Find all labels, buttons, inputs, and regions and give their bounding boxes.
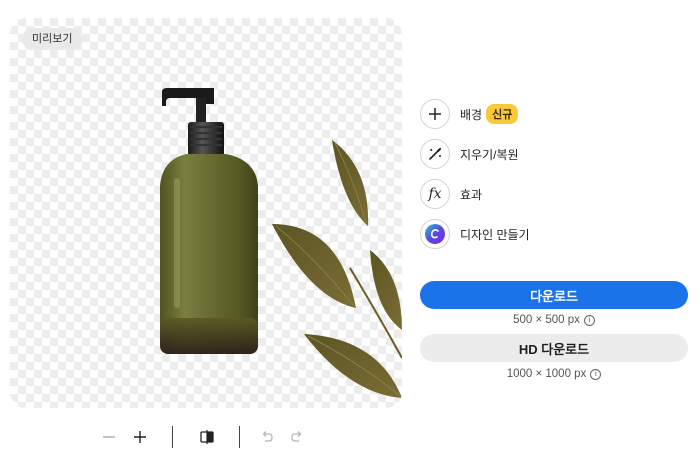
toolbar-divider xyxy=(172,426,173,448)
download-button[interactable]: 다운로드 xyxy=(420,281,688,309)
fx-glyph: fx xyxy=(428,186,442,202)
hd-download-size-label: 1000 × 1000 px xyxy=(506,368,587,380)
redo-icon[interactable] xyxy=(285,424,309,450)
option-background[interactable]: 배경 신규 xyxy=(420,98,530,130)
option-label: 지우기/복원 xyxy=(460,147,519,162)
preview-toolbar xyxy=(95,424,315,450)
option-erase-restore[interactable]: 지우기/복원 xyxy=(420,138,530,170)
plus-icon xyxy=(420,99,450,129)
fx-icon: fx xyxy=(420,179,450,209)
option-label: 배경 xyxy=(460,107,483,122)
canva-logo-icon xyxy=(420,219,450,249)
option-label: 디자인 만들기 xyxy=(460,227,530,242)
image-preview: 미리보기 xyxy=(10,18,402,408)
preview-badge: 미리보기 xyxy=(22,28,83,50)
info-icon[interactable]: i xyxy=(590,368,602,380)
product-image xyxy=(160,88,402,398)
magic-wand-icon xyxy=(420,139,450,169)
download-size-label: 500 × 500 px xyxy=(513,314,580,326)
hd-download-button[interactable]: HD 다운로드 xyxy=(420,334,688,362)
new-badge: 신규 xyxy=(486,104,519,124)
toolbar-divider xyxy=(239,426,240,448)
zoom-in-icon[interactable] xyxy=(128,424,152,450)
edit-options: 배경 신규 지우기/복원 fx 효과 디자인 만들기 xyxy=(420,98,530,258)
option-label: 효과 xyxy=(460,187,483,202)
option-create-design[interactable]: 디자인 만들기 xyxy=(420,218,530,250)
zoom-out-icon[interactable] xyxy=(97,424,121,450)
info-icon[interactable]: i xyxy=(583,314,595,326)
undo-icon[interactable] xyxy=(255,424,279,450)
hd-download-size: 1000 × 1000 px i xyxy=(420,368,688,380)
download-size: 500 × 500 px i xyxy=(420,314,688,326)
option-effects[interactable]: fx 효과 xyxy=(420,178,530,210)
compare-icon[interactable] xyxy=(195,424,219,450)
